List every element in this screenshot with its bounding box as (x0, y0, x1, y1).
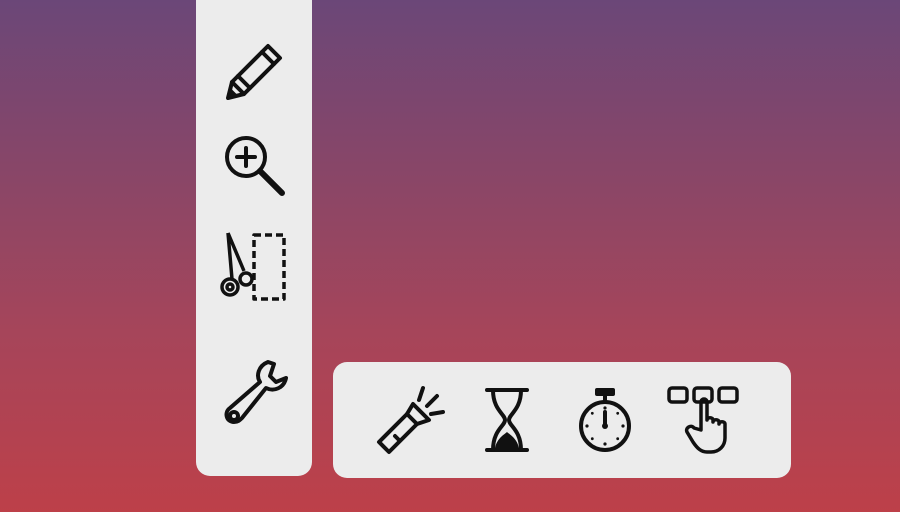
horizontal-toolbar (333, 362, 791, 478)
wrench-tool-button[interactable] (214, 352, 294, 432)
pencil-icon (226, 44, 282, 100)
vertical-toolbar (196, 0, 312, 476)
zoom-in-icon (225, 136, 285, 196)
pencil-tool-button[interactable] (214, 32, 294, 112)
zoom-in-tool-button[interactable] (214, 125, 294, 205)
stopwatch-tool-button[interactable] (565, 380, 645, 460)
tap-select-tool-button[interactable] (663, 380, 743, 460)
desktop-background: { "vertical_toolbar": { "tools": [ {"ico… (0, 0, 900, 512)
tap-select-icon (667, 386, 739, 454)
hourglass-icon (485, 388, 529, 452)
flashlight-tool-button[interactable] (369, 380, 449, 460)
hourglass-tool-button[interactable] (467, 380, 547, 460)
cut-selection-tool-button[interactable] (214, 227, 294, 307)
stopwatch-icon (579, 388, 631, 452)
cut-selection-icon (220, 232, 286, 301)
wrench-icon (224, 360, 288, 424)
flashlight-icon (377, 386, 445, 454)
